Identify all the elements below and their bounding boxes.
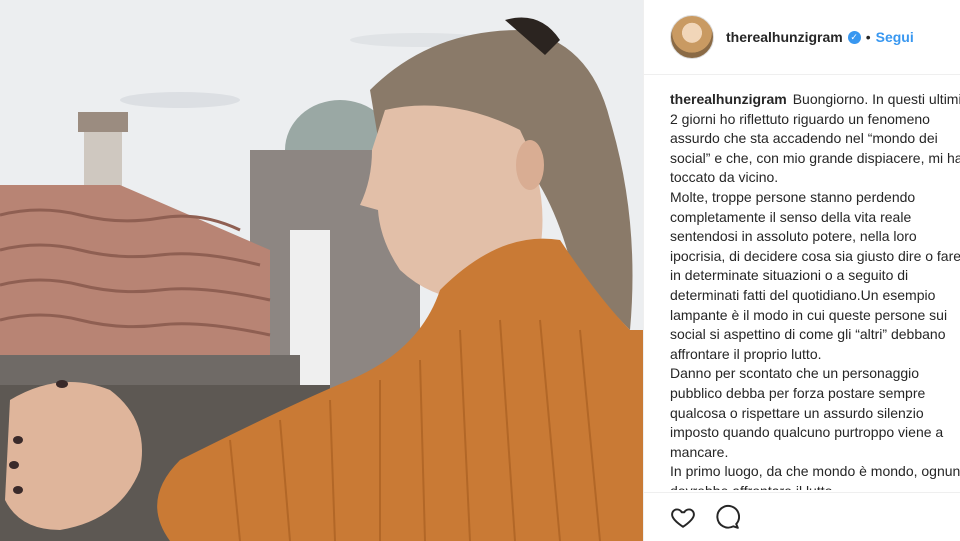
heart-icon[interactable] (670, 504, 696, 530)
caption-paragraph: Molte, troppe persone stanno perdendo co… (670, 188, 960, 362)
caption-paragraph: In primo luogo, da che mondo è mondo, og… (670, 463, 960, 490)
header-username[interactable]: therealhunzigram (726, 29, 843, 45)
caption-paragraph: therealhunzigram Buongiorno. In questi ul… (670, 90, 960, 188)
caption-username[interactable]: therealhunzigram (670, 91, 787, 107)
instagram-post: therealhunzigram ✓ • Segui therealhunzig… (0, 0, 960, 541)
photo-illustration (0, 0, 643, 541)
post-caption: therealhunzigram Buongiorno. In questi ul… (670, 90, 960, 490)
avatar[interactable] (670, 15, 714, 59)
post-photo[interactable] (0, 0, 643, 541)
post-header: therealhunzigram ✓ • Segui (644, 0, 960, 75)
header-separator: • (865, 29, 871, 45)
post-side-panel: therealhunzigram ✓ • Segui therealhunzig… (643, 0, 960, 541)
comment-icon[interactable] (714, 504, 740, 530)
follow-button[interactable]: Segui (876, 29, 914, 45)
caption-paragraph: Danno per scontato che un personaggio pu… (670, 365, 944, 460)
post-actions (644, 492, 960, 541)
verified-badge-icon: ✓ (847, 30, 861, 44)
